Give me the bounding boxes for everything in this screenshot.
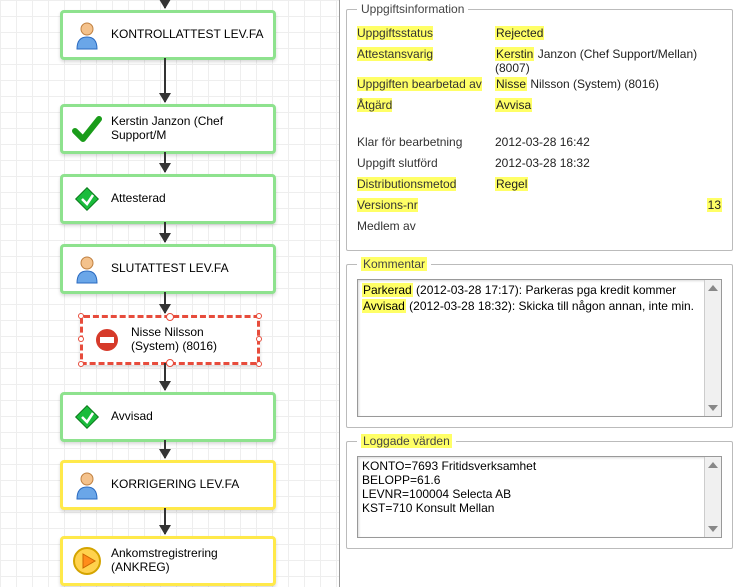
info-row: Versions-nr13 <box>357 198 722 217</box>
info-label: Attestansvarig <box>357 47 495 61</box>
diamond-icon <box>69 399 105 435</box>
workflow-canvas[interactable]: KONTROLLATTEST LEV.FA Kerstin Janzon (Che… <box>0 0 340 587</box>
info-row: DistributionsmetodRegel <box>357 177 722 196</box>
flow-node-label: KONTROLLATTEST LEV.FA <box>111 28 264 42</box>
flow-node-label: Ankomstregistrering (ANKREG) <box>111 547 267 575</box>
info-row: ÅtgärdAvvisa <box>357 98 722 117</box>
info-value: 2012-03-28 16:42 <box>495 135 722 149</box>
flow-node[interactable]: Ankomstregistrering (ANKREG) <box>60 536 276 586</box>
flow-node[interactable]: SLUTATTEST LEV.FA <box>60 244 276 294</box>
user-icon <box>69 17 105 53</box>
stop-icon <box>89 322 125 358</box>
log-line: KONTO=7693 Fritidsverksamhet <box>362 459 699 473</box>
info-value: Avvisa <box>495 98 722 112</box>
flow-node-label: Nisse Nilsson (System) (8016) <box>131 326 251 354</box>
flow-node-label: Avvisad <box>111 410 153 424</box>
comment-legend: Kommentar <box>357 257 431 271</box>
diamond-icon <box>69 181 105 217</box>
log-textarea[interactable]: KONTO=7693 FritidsverksamhetBELOPP=61.6L… <box>357 456 722 538</box>
task-info-legend: Uppgiftsinformation <box>357 2 468 16</box>
info-value: Rejected <box>495 26 722 40</box>
logged-values-group: Loggade värden KONTO=7693 Fritidsverksam… <box>346 434 733 549</box>
info-value: 2012-03-28 18:32 <box>495 156 722 170</box>
info-row: Medlem av <box>357 219 722 238</box>
info-row: UppgiftsstatusRejected <box>357 26 722 45</box>
info-row: Klar för bearbetning2012-03-28 16:42 <box>357 135 722 154</box>
info-row: AttestansvarigKerstin Janzon (Chef Suppo… <box>357 47 722 75</box>
log-line: KST=710 Konsult Mellan <box>362 501 699 515</box>
info-row: Uppgift slutförd2012-03-28 18:32 <box>357 156 722 175</box>
flow-arrow <box>164 508 166 534</box>
flow-node-label: Attesterad <box>111 192 166 206</box>
info-label: Distributionsmetod <box>357 177 495 191</box>
info-value: 13 <box>495 198 722 212</box>
scrollbar[interactable] <box>704 280 721 416</box>
flow-node[interactable]: Nisse Nilsson (System) (8016) <box>80 315 260 365</box>
flow-arrow <box>164 58 166 102</box>
flow-node[interactable]: KONTROLLATTEST LEV.FA <box>60 10 276 60</box>
info-value: Nisse Nilsson (System) (8016) <box>495 77 722 91</box>
flow-node-label: SLUTATTEST LEV.FA <box>111 262 229 276</box>
flow-arrow <box>164 363 166 390</box>
check-icon <box>69 111 105 147</box>
log-line: BELOPP=61.6 <box>362 473 699 487</box>
flow-node-label: Kerstin Janzon (Chef Support/M <box>111 115 267 143</box>
selection-handle[interactable] <box>256 313 262 319</box>
info-value: Kerstin Janzon (Chef Support/Mellan) (80… <box>495 47 722 75</box>
selection-handle[interactable] <box>78 336 84 342</box>
comment-group: Kommentar Parkerad (2012-03-28 17:17): P… <box>346 257 733 428</box>
info-row: Uppgiften bearbetad avNisse Nilsson (Sys… <box>357 77 722 96</box>
comment-entry: Avvisad (2012-03-28 18:32): Skicka till … <box>362 298 699 314</box>
flow-arrow <box>164 222 166 242</box>
info-label: Uppgiftsstatus <box>357 26 495 40</box>
flow-arrow <box>164 440 166 458</box>
info-label: Klar för bearbetning <box>357 135 495 149</box>
task-info-group: Uppgiftsinformation UppgiftsstatusReject… <box>346 2 733 251</box>
user-icon <box>69 467 105 503</box>
flow-node[interactable]: Attesterad <box>60 174 276 224</box>
selection-handle[interactable] <box>256 336 262 342</box>
info-label: Uppgift slutförd <box>357 156 495 170</box>
info-label: Medlem av <box>357 219 495 233</box>
details-pane: Uppgiftsinformation UppgiftsstatusReject… <box>340 0 739 587</box>
flow-node[interactable]: KORRIGERING LEV.FA <box>60 460 276 510</box>
selection-handle[interactable] <box>78 313 84 319</box>
info-value: Regel <box>495 177 722 191</box>
flow-arrow <box>164 152 166 172</box>
selection-handle[interactable] <box>256 361 262 367</box>
selection-handle[interactable] <box>78 361 84 367</box>
flow-node[interactable]: Kerstin Janzon (Chef Support/M <box>60 104 276 154</box>
play-icon <box>69 543 105 579</box>
logged-values-legend: Loggade värden <box>357 434 456 448</box>
comment-textarea[interactable]: Parkerad (2012-03-28 17:17): Parkeras pg… <box>357 279 722 417</box>
comment-entry: Parkerad (2012-03-28 17:17): Parkeras pg… <box>362 282 699 298</box>
info-label: Versions-nr <box>357 198 495 212</box>
scrollbar[interactable] <box>704 457 721 537</box>
user-icon <box>69 251 105 287</box>
flow-arrow <box>164 292 166 313</box>
log-line: LEVNR=100004 Selecta AB <box>362 487 699 501</box>
info-label: Åtgärd <box>357 98 495 112</box>
flow-node[interactable]: Avvisad <box>60 392 276 442</box>
info-label: Uppgiften bearbetad av <box>357 77 495 91</box>
flow-node-label: KORRIGERING LEV.FA <box>111 478 239 492</box>
flow-arrow <box>164 0 166 8</box>
